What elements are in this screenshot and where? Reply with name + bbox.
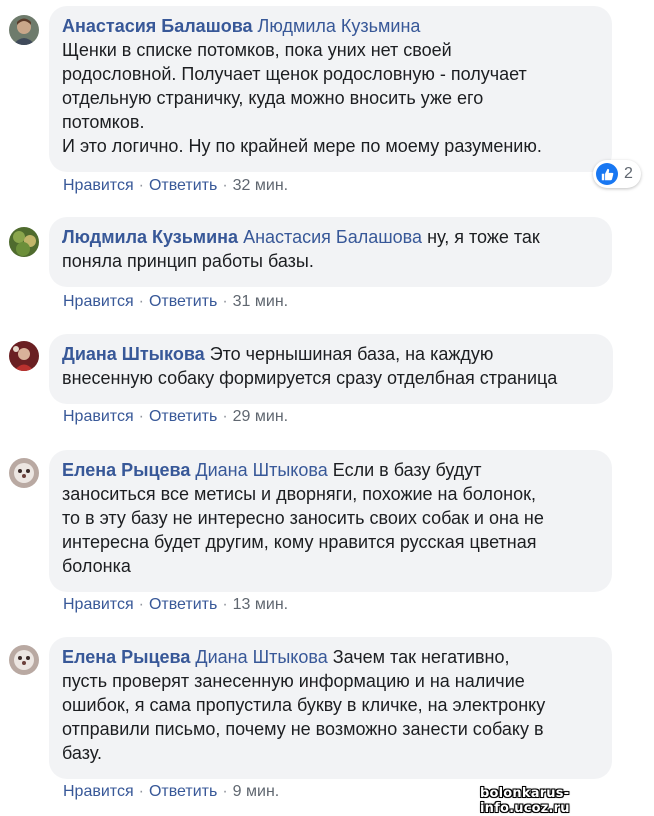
separator-dot: ·	[138, 177, 144, 194]
comment-author[interactable]: Елена Рыцева	[62, 460, 190, 480]
reply-to-name[interactable]: Диана Штыкова	[195, 647, 327, 667]
comment-text-line: родословной. Получает щенок родословную …	[62, 64, 527, 84]
reply-to-name[interactable]: Диана Штыкова	[195, 460, 327, 480]
comment-author[interactable]: Диана Штыкова	[62, 344, 205, 364]
reply-button[interactable]: Ответить	[149, 177, 217, 194]
comment-author[interactable]: Анастасия Балашова	[62, 16, 253, 36]
reply-button[interactable]: Ответить	[149, 293, 217, 310]
separator-dot: ·	[222, 177, 228, 194]
comment-timestamp[interactable]: 29 мин.	[233, 408, 288, 425]
reply-button[interactable]: Ответить	[149, 783, 217, 800]
avatar[interactable]	[9, 645, 39, 675]
like-button[interactable]: Нравится	[63, 177, 134, 194]
avatar-photo-icon	[9, 15, 39, 45]
comment-timestamp[interactable]: 31 мин.	[233, 293, 288, 310]
comment-actions: Нравится · Ответить · 31 мин.	[63, 292, 288, 312]
comment-text-line: поняла принцип работы базы.	[62, 251, 314, 271]
reaction-badge[interactable]: 2	[593, 160, 641, 188]
avatar[interactable]	[9, 341, 39, 371]
comment-actions: Нравится · Ответить · 29 мин.	[63, 407, 288, 427]
avatar-photo-icon	[9, 458, 39, 488]
avatar-photo-icon	[9, 227, 39, 257]
comment-text-line: Щенки в списке потомков, пока уних нет с…	[62, 40, 452, 60]
comment-text-line: болонка	[62, 556, 131, 576]
comment-actions: Нравится · Ответить · 13 мин.	[63, 595, 288, 615]
like-icon	[596, 163, 618, 185]
comment-actions: Нравится · Ответить · 32 мин.	[63, 176, 288, 196]
comment-text-line: потомков.	[62, 112, 145, 132]
separator-dot: ·	[138, 783, 144, 800]
like-button[interactable]: Нравится	[63, 293, 134, 310]
avatar[interactable]	[9, 227, 39, 257]
separator-dot: ·	[222, 408, 228, 425]
like-button[interactable]: Нравится	[63, 596, 134, 613]
comment-text-line: отдельную страничку, куда можно вносить …	[62, 88, 484, 108]
separator-dot: ·	[138, 293, 144, 310]
comment-text-line: Это чернышиная база, на каждую	[209, 344, 494, 364]
reply-button[interactable]: Ответить	[149, 408, 217, 425]
comment-timestamp[interactable]: 9 мин.	[233, 783, 280, 800]
comment-text-line: базу.	[62, 743, 102, 763]
comment-actions: Нравится · Ответить · 9 мин.	[63, 782, 279, 802]
avatar[interactable]	[9, 458, 39, 488]
comment-text-line: интересна будет другим, кому нравится ру…	[62, 532, 537, 552]
avatar[interactable]	[9, 15, 39, 45]
separator-dot: ·	[222, 783, 228, 800]
comment-timestamp[interactable]: 32 мин.	[233, 177, 288, 194]
comment-bubble: Елена Рыцева Диана Штыкова Зачем так нег…	[49, 637, 612, 779]
comment-text-line: внесенную собаку формируется сразу отдел…	[62, 368, 558, 388]
comment-text-line: пусть проверят занесенную информацию и н…	[62, 671, 525, 691]
comment-author[interactable]: Елена Рыцева	[62, 647, 190, 667]
site-watermark: bolonkarus-info.ucoz.ru	[480, 786, 570, 816]
comment-bubble: Диана Штыкова Это чернышиная база, на ка…	[49, 334, 613, 404]
comment-text-line: то в эту базу не интересно заносить свои…	[62, 508, 544, 528]
separator-dot: ·	[138, 596, 144, 613]
like-button[interactable]: Нравится	[63, 408, 134, 425]
comment-text-line: ошибок, я сама пропустила букву в кличке…	[62, 695, 546, 715]
avatar-photo-icon	[9, 341, 39, 371]
reply-button[interactable]: Ответить	[149, 596, 217, 613]
comment-text-line: заноситься все метисы и дворняги, похожи…	[62, 484, 536, 504]
like-button[interactable]: Нравится	[63, 783, 134, 800]
reaction-count: 2	[624, 165, 633, 182]
reply-to-name[interactable]: Людмила Кузьмина	[258, 16, 421, 36]
comment-text-line: И это логично. Ну по крайней мере по мое…	[62, 136, 542, 156]
comment-bubble: Людмила Кузьмина Анастасия Балашова ну, …	[49, 217, 612, 287]
comment-text-line: Зачем так негативно,	[332, 647, 510, 667]
comment-bubble: Елена Рыцева Диана Штыкова Если в базу б…	[49, 450, 612, 592]
comment-text-line: Если в базу будут	[332, 460, 482, 480]
separator-dot: ·	[222, 293, 228, 310]
comment-author[interactable]: Людмила Кузьмина	[62, 227, 238, 247]
avatar-photo-icon	[9, 645, 39, 675]
comment-text-line: ну, я тоже так	[427, 227, 540, 247]
comment-timestamp[interactable]: 13 мин.	[233, 596, 288, 613]
separator-dot: ·	[138, 408, 144, 425]
comment-bubble: Анастасия Балашова Людмила Кузьмина Щенк…	[49, 6, 612, 172]
separator-dot: ·	[222, 596, 228, 613]
comment-text-line: отправили письмо, почему не возможно зан…	[62, 719, 544, 739]
reply-to-name[interactable]: Анастасия Балашова	[243, 227, 422, 247]
